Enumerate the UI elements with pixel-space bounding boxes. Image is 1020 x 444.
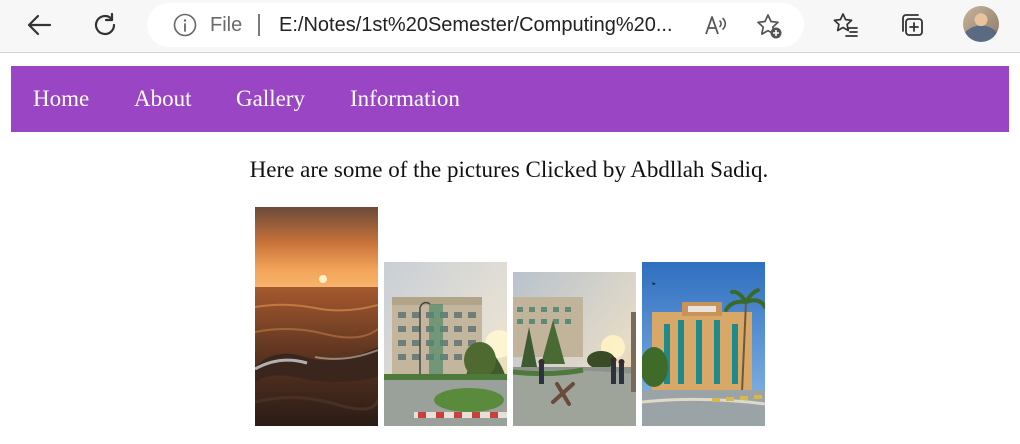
gallery-photo-campus-courtyard	[513, 272, 636, 426]
read-aloud-icon[interactable]	[702, 12, 730, 40]
nav-link-gallery[interactable]: Gallery	[236, 85, 305, 113]
url-text[interactable]: E:/Notes/1st%20Semester/Computing%20...	[279, 14, 689, 36]
refresh-icon[interactable]	[85, 5, 125, 45]
collections-icon[interactable]	[892, 5, 932, 45]
gallery-photo-campus-building	[384, 262, 507, 426]
file-scheme-label: File	[210, 14, 243, 36]
site-navbar: Home About Gallery Information	[11, 66, 1009, 132]
nav-link-about[interactable]: About	[134, 85, 192, 113]
back-arrow-icon[interactable]	[19, 5, 59, 45]
profile-avatar[interactable]	[963, 6, 999, 42]
address-bar[interactable]: File E:/Notes/1st%20Semester/Computing%2…	[147, 3, 804, 47]
nav-link-information[interactable]: Information	[350, 85, 460, 113]
gallery-photo-campus-blue-sky	[642, 262, 765, 426]
address-divider	[258, 14, 260, 36]
gallery-caption: Here are some of the pictures Clicked by…	[249, 157, 769, 182]
gallery-photo-sunset-sea	[255, 207, 378, 426]
favorites-icon[interactable]	[826, 5, 866, 45]
browser-toolbar: File E:/Notes/1st%20Semester/Computing%2…	[0, 0, 1020, 53]
add-favorite-icon[interactable]	[755, 12, 783, 40]
nav-link-home[interactable]: Home	[33, 85, 89, 113]
info-icon[interactable]	[173, 13, 197, 37]
